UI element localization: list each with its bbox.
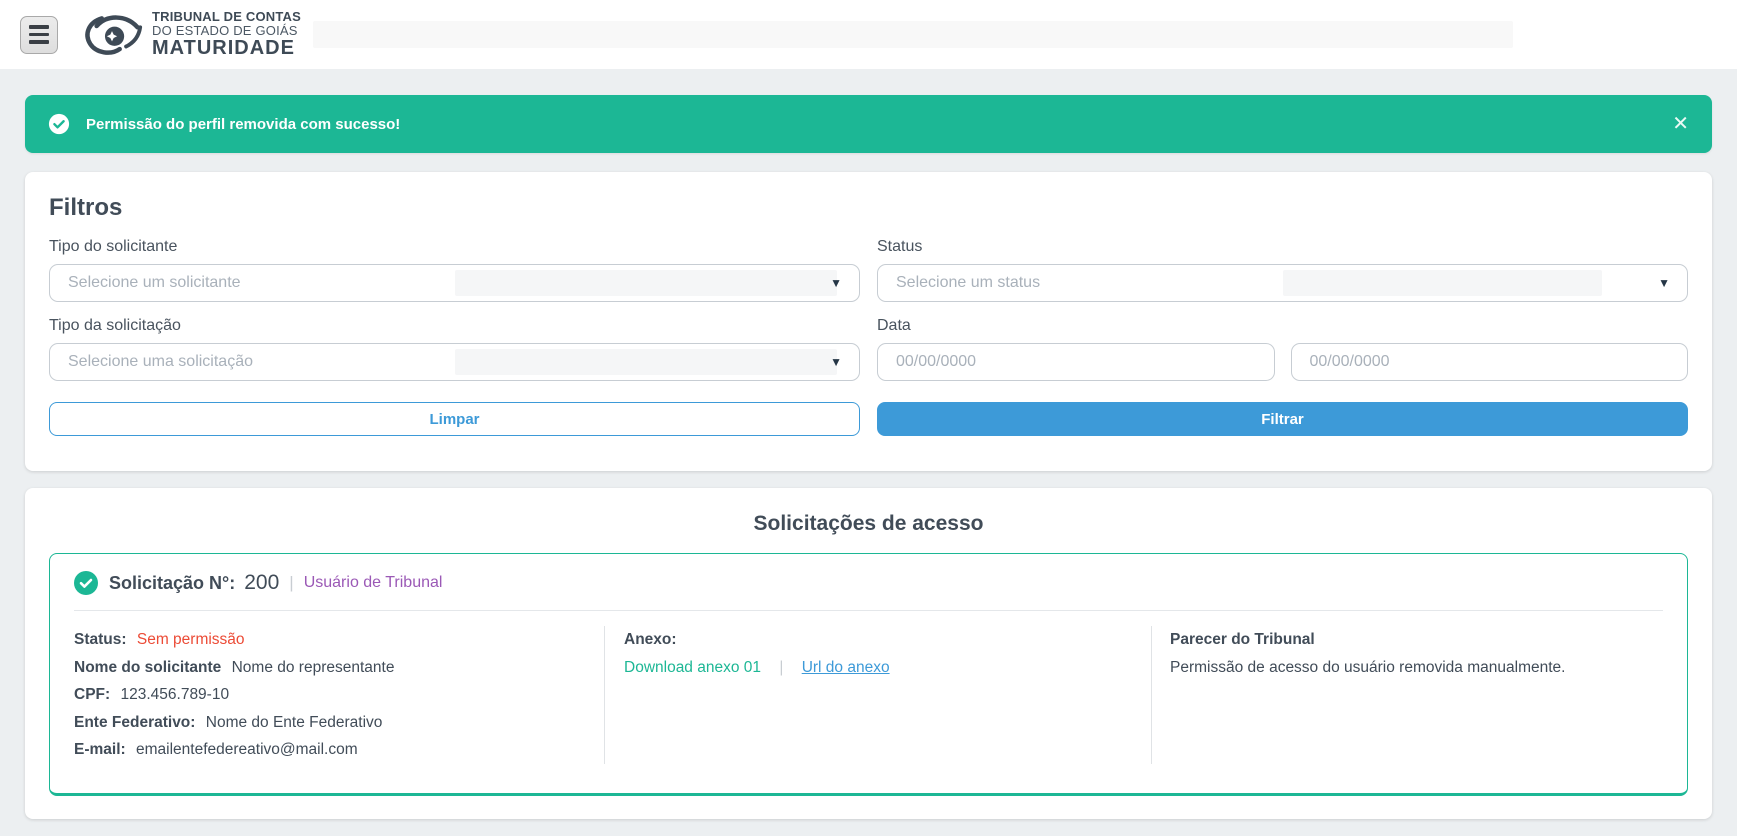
date-range-row: [877, 343, 1688, 381]
eye-logo-icon: [80, 11, 144, 59]
cpf-row-value: 123.456.789-10: [120, 686, 229, 703]
status-placeholder: Selecione um status: [896, 274, 1040, 292]
name-row-value: Nome do representante: [232, 659, 395, 676]
request-number-label: Solicitação N°:: [109, 573, 235, 594]
clear-button[interactable]: Limpar: [49, 402, 860, 436]
ente-row: Ente Federativo: Nome do Ente Federativo: [74, 709, 604, 737]
email-row-label: E-mail:: [74, 741, 126, 758]
tipo-solicitacao-label: Tipo da solicitação: [49, 317, 860, 335]
field-tipo-solicitante: Tipo do solicitante Selecione um solicit…: [49, 238, 860, 302]
tipo-solicitante-placeholder: Selecione um solicitante: [68, 274, 241, 292]
cpf-row: CPF: 123.456.789-10: [74, 681, 604, 709]
header-separator: |: [289, 573, 293, 593]
filters-card: Filtros Tipo do solicitante Selecione um…: [25, 172, 1712, 471]
tipo-solicitante-select[interactable]: Selecione um solicitante ▼: [49, 264, 860, 302]
request-details-column: Status: Sem permissão Nome do solicitant…: [74, 626, 604, 764]
field-status: Status Selecione um status ▼: [877, 238, 1688, 302]
anexo-links-row: Download anexo 01 | Url do anexo: [624, 654, 1151, 682]
logo-line-1: TRIBUNAL DE CONTAS: [152, 10, 301, 24]
alert-message: Permissão do perfil removida com sucesso…: [86, 116, 400, 133]
parecer-label: Parecer do Tribunal: [1170, 626, 1663, 654]
chevron-down-icon: ▼: [1658, 277, 1670, 289]
email-row-value: emailentefedereativo@mail.com: [136, 741, 358, 758]
ente-row-value: Nome do Ente Federativo: [206, 714, 383, 731]
hamburger-icon: [29, 25, 49, 29]
email-row: E-mail: emailentefedereativo@mail.com: [74, 736, 604, 764]
request-anexo-column: Anexo: Download anexo 01 | Url do anexo: [604, 626, 1152, 764]
cpf-row-label: CPF:: [74, 686, 110, 703]
requests-section-title: Solicitações de acesso: [49, 512, 1688, 536]
name-row: Nome do solicitante Nome do representant…: [74, 654, 604, 682]
status-row-label: Status:: [74, 631, 127, 648]
request-item-card: Solicitação N°: 200 | Usuário de Tribuna…: [49, 553, 1688, 796]
tipo-solicitacao-placeholder: Selecione uma solicitação: [68, 353, 253, 371]
app-header: TRIBUNAL DE CONTAS DO ESTADO DE GOIÁS MA…: [0, 0, 1737, 69]
anexo-link-separator: |: [779, 659, 783, 676]
filters-grid: Tipo do solicitante Selecione um solicit…: [49, 238, 1688, 396]
request-header: Solicitação N°: 200 | Usuário de Tribuna…: [74, 554, 1663, 610]
close-icon[interactable]: ✕: [1672, 114, 1689, 134]
check-circle-icon: [74, 571, 98, 595]
hamburger-menu-button[interactable]: [20, 16, 58, 54]
request-body: Status: Sem permissão Nome do solicitant…: [74, 611, 1663, 793]
chevron-down-icon: ▼: [830, 356, 842, 368]
requests-card: Solicitações de acesso Solicitação N°: 2…: [25, 488, 1712, 819]
date-end-wrapper: [1291, 343, 1689, 381]
download-anexo-link[interactable]: Download anexo 01: [624, 659, 761, 676]
success-alert: Permissão do perfil removida com sucesso…: [25, 95, 1712, 153]
logo-line-2: DO ESTADO DE GOIÁS: [152, 24, 301, 38]
date-start-wrapper: [877, 343, 1275, 381]
app-logo: TRIBUNAL DE CONTAS DO ESTADO DE GOIÁS MA…: [80, 10, 301, 58]
filters-title: Filtros: [49, 194, 1688, 222]
check-circle-icon: [48, 113, 70, 135]
select-placeholder-block: [1283, 270, 1603, 296]
tipo-solicitante-label: Tipo do solicitante: [49, 238, 860, 256]
logo-text: TRIBUNAL DE CONTAS DO ESTADO DE GOIÁS MA…: [152, 10, 301, 58]
request-profile-type: Usuário de Tribunal: [304, 574, 443, 592]
chevron-down-icon: ▼: [830, 277, 842, 289]
main-content: Permissão do perfil removida com sucesso…: [0, 95, 1737, 819]
ente-row-label: Ente Federativo:: [74, 714, 195, 731]
logo-line-3: MATURIDADE: [152, 38, 301, 59]
field-tipo-solicitacao: Tipo da solicitação Selecione uma solici…: [49, 317, 860, 381]
select-placeholder-block: [455, 270, 838, 296]
tipo-solicitacao-select[interactable]: Selecione uma solicitação ▼: [49, 343, 860, 381]
filters-buttons-row: Limpar Filtrar: [49, 402, 1688, 436]
date-start-input[interactable]: [896, 353, 1256, 371]
select-placeholder-block: [455, 349, 838, 375]
request-parecer-column: Parecer do Tribunal Permissão de acesso …: [1152, 626, 1663, 764]
request-number-value: 200: [244, 571, 279, 595]
name-row-label: Nome do solicitante: [74, 659, 221, 676]
date-end-input[interactable]: [1310, 353, 1670, 371]
parecer-text: Permissão de acesso do usuário removida …: [1170, 654, 1663, 682]
data-label: Data: [877, 317, 1688, 335]
anexo-label: Anexo:: [624, 626, 1151, 654]
header-placeholder-bar: [313, 21, 1513, 48]
field-data: Data: [877, 317, 1688, 381]
filter-button[interactable]: Filtrar: [877, 402, 1688, 436]
status-row: Status: Sem permissão: [74, 626, 604, 654]
status-badge: Sem permissão: [137, 631, 245, 648]
url-anexo-link[interactable]: Url do anexo: [802, 659, 890, 676]
status-select[interactable]: Selecione um status ▼: [877, 264, 1688, 302]
status-label: Status: [877, 238, 1688, 256]
